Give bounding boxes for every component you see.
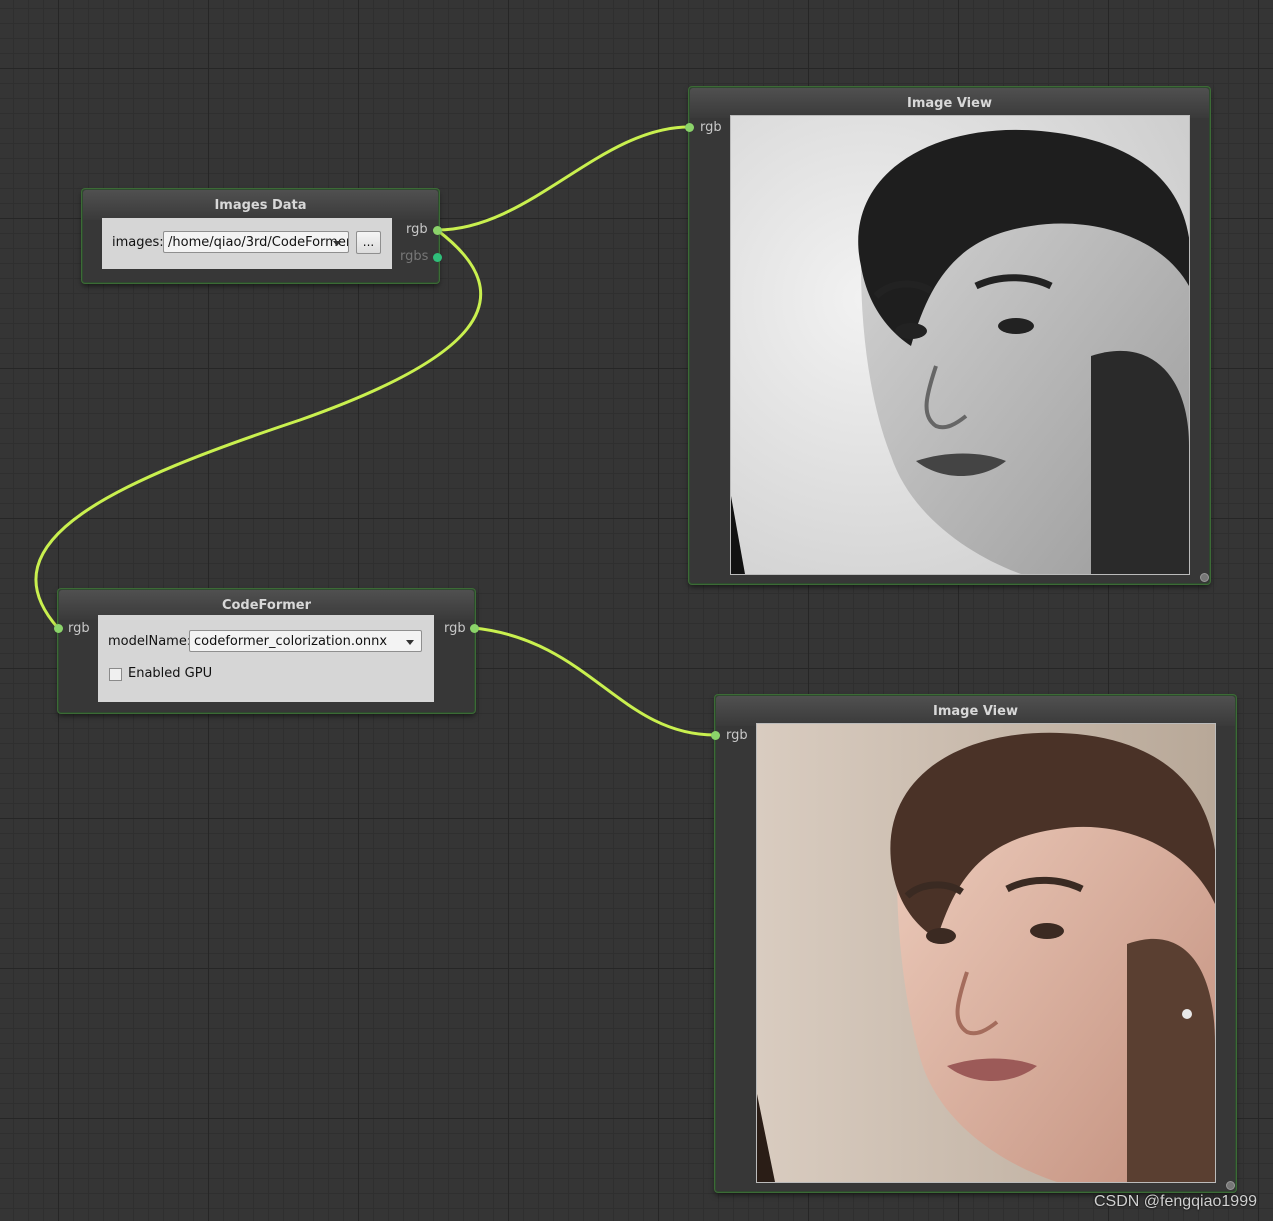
model-name-label: modelName: <box>108 634 192 649</box>
browse-button[interactable]: ... <box>356 231 381 254</box>
node-title[interactable]: Image View <box>716 696 1235 726</box>
output-rgb-port[interactable] <box>470 624 479 633</box>
images-path-combo[interactable]: /home/qiao/3rd/CodeFormer <box>163 231 349 253</box>
input-rgb-label: rgb <box>726 728 748 743</box>
resize-handle-icon[interactable] <box>1200 573 1209 582</box>
codeformer-panel: modelName: codeformer_colorization.onnx … <box>98 615 434 702</box>
chevron-down-icon <box>406 640 414 645</box>
output-rgbs-label: rgbs <box>400 249 429 264</box>
model-name-value: codeformer_colorization.onnx <box>194 634 388 649</box>
colorized-portrait-image <box>756 723 1216 1183</box>
images-data-panel: images: /home/qiao/3rd/CodeFormer ... <box>102 218 392 269</box>
wire-images-to-top-view <box>436 125 690 232</box>
input-rgb-port[interactable] <box>685 123 694 132</box>
codeformer-node[interactable]: CodeFormer rgb modelName: codeformer_col… <box>54 589 479 713</box>
enabled-gpu-checkbox[interactable] <box>109 668 122 681</box>
chevron-down-icon <box>333 241 341 246</box>
wire-images-to-codeformer <box>34 228 483 629</box>
model-name-combo[interactable]: codeformer_colorization.onnx <box>189 630 422 652</box>
input-rgb-label: rgb <box>700 120 722 135</box>
wire-codeformer-to-bottom-view <box>473 626 716 737</box>
resize-handle-icon[interactable] <box>1226 1181 1235 1190</box>
watermark: CSDN @fengqiao1999 <box>1093 1193 1257 1210</box>
grayscale-portrait-image <box>730 115 1190 575</box>
images-path-value: /home/qiao/3rd/CodeFormer <box>168 235 349 250</box>
output-rgb-port[interactable] <box>433 226 442 235</box>
image-view-node-bottom[interactable]: Image View rgb <box>711 695 1236 1192</box>
output-rgbs-port[interactable] <box>433 253 442 262</box>
node-title[interactable]: Image View <box>690 88 1209 118</box>
node-title[interactable]: Images Data <box>83 190 438 220</box>
image-view-node-top[interactable]: Image View rgb <box>685 87 1210 584</box>
input-rgb-port[interactable] <box>711 731 720 740</box>
input-rgb-port[interactable] <box>54 624 63 633</box>
enabled-gpu-label: Enabled GPU <box>128 666 213 681</box>
images-data-node[interactable]: Images Data images: /home/qiao/3rd/CodeF… <box>82 189 442 283</box>
output-rgb-label: rgb <box>444 621 466 636</box>
input-rgb-label: rgb <box>68 621 90 636</box>
images-label: images: <box>112 235 164 250</box>
output-rgb-label: rgb <box>406 222 428 237</box>
